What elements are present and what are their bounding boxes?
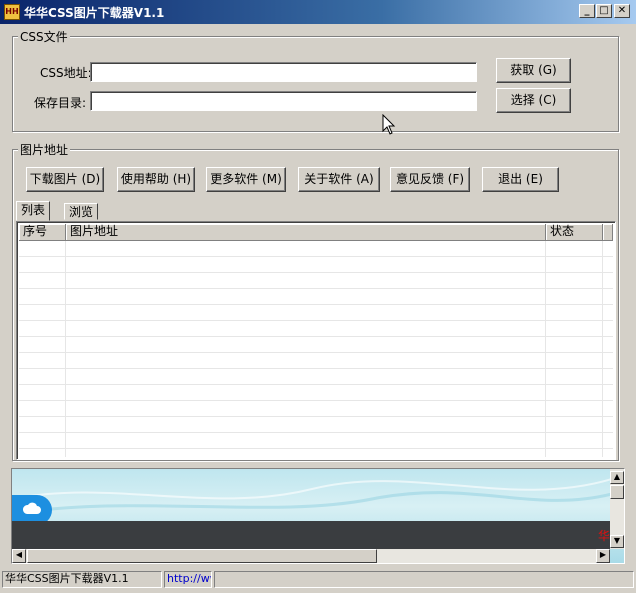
status-url-text[interactable]: http://www.5vdd.com bbox=[167, 572, 211, 585]
css-url-input[interactable] bbox=[90, 62, 477, 82]
css-file-legend: CSS文件 bbox=[18, 28, 70, 45]
edge-text: 华 bbox=[597, 529, 610, 543]
list-grid bbox=[19, 241, 613, 457]
save-dir-label: 保存目录: bbox=[34, 96, 87, 110]
fetch-button[interactable]: 获取 (G) bbox=[496, 58, 571, 83]
scroll-right-icon[interactable]: ▶ bbox=[596, 549, 610, 563]
scroll-up-icon[interactable]: ▲ bbox=[610, 471, 624, 484]
table-row[interactable] bbox=[19, 353, 613, 369]
window-title: 华华CSS图片下载器V1.1 bbox=[24, 6, 165, 20]
image-address-legend: 图片地址 bbox=[18, 141, 71, 158]
cloud-icon bbox=[22, 502, 41, 514]
vertical-scrollbar[interactable]: ▲ ▼ bbox=[610, 469, 624, 549]
exit-button[interactable]: 退出 (E) bbox=[482, 167, 559, 192]
column-header-index[interactable]: 序号 bbox=[19, 224, 66, 241]
scroll-down-icon[interactable]: ▼ bbox=[610, 535, 624, 548]
minimize-button[interactable]: _ bbox=[579, 4, 595, 18]
choose-button[interactable]: 选择 (C) bbox=[496, 88, 571, 113]
table-row[interactable] bbox=[19, 433, 613, 449]
table-row[interactable] bbox=[19, 273, 613, 289]
column-header-filler bbox=[603, 224, 613, 241]
column-header-url[interactable]: 图片地址 bbox=[66, 224, 546, 241]
column-divider bbox=[602, 241, 603, 457]
banner-pattern bbox=[12, 478, 612, 516]
about-button[interactable]: 关于软件 (A) bbox=[298, 167, 380, 192]
more-software-button[interactable]: 更多软件 (M) bbox=[206, 167, 286, 192]
scroll-left-icon[interactable]: ◀ bbox=[12, 549, 26, 563]
column-divider bbox=[545, 241, 546, 457]
status-url-link[interactable]: http://www.5vdd.com bbox=[164, 571, 212, 588]
dark-band: 华 bbox=[12, 521, 610, 551]
table-row[interactable] bbox=[19, 321, 613, 337]
table-row[interactable] bbox=[19, 337, 613, 353]
table-row[interactable] bbox=[19, 289, 613, 305]
maximize-button[interactable]: □ bbox=[596, 4, 612, 18]
status-app-name: 华华CSS图片下载器V1.1 bbox=[2, 571, 162, 588]
table-row[interactable] bbox=[19, 401, 613, 417]
table-row[interactable] bbox=[19, 305, 613, 321]
save-dir-input[interactable] bbox=[90, 91, 477, 111]
table-row[interactable] bbox=[19, 417, 613, 433]
table-row[interactable] bbox=[19, 257, 613, 273]
horizontal-scrollbar[interactable]: ◀ ▶ bbox=[12, 549, 610, 563]
help-button[interactable]: 使用帮助 (H) bbox=[117, 167, 195, 192]
table-row[interactable] bbox=[19, 369, 613, 385]
table-row[interactable] bbox=[19, 241, 613, 257]
mouse-cursor-icon bbox=[382, 114, 396, 135]
title-bar[interactable]: HH 华华CSS图片下载器V1.1 _ □ ✕ bbox=[0, 0, 636, 24]
close-button[interactable]: ✕ bbox=[614, 4, 630, 18]
tab-browse[interactable]: 浏览 bbox=[64, 203, 99, 220]
download-images-button[interactable]: 下载图片 (D) bbox=[26, 167, 104, 192]
column-divider bbox=[65, 241, 66, 457]
image-list[interactable]: 序号 图片地址 状态 bbox=[16, 221, 616, 460]
column-header-status[interactable]: 状态 bbox=[546, 224, 603, 241]
vertical-scroll-thumb[interactable] bbox=[610, 485, 624, 499]
tab-list[interactable]: 列表 bbox=[16, 201, 51, 221]
table-row[interactable] bbox=[19, 449, 613, 457]
css-file-group bbox=[12, 36, 619, 132]
css-url-label: CSS地址: bbox=[40, 66, 92, 80]
horizontal-scroll-thumb[interactable] bbox=[27, 549, 377, 563]
table-row[interactable] bbox=[19, 385, 613, 401]
feedback-button[interactable]: 意见反馈 (F) bbox=[390, 167, 470, 192]
browser-pane[interactable]: 华 ▲ ▼ ◀ ▶ bbox=[11, 468, 625, 564]
app-icon: HH bbox=[4, 4, 20, 20]
status-panel-blank bbox=[214, 571, 634, 588]
